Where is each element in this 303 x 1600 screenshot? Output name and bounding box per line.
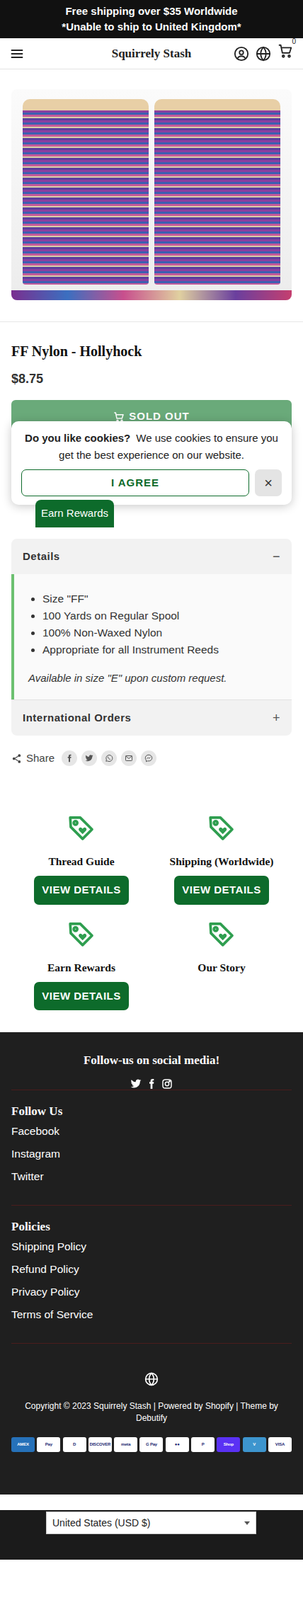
messenger-icon[interactable] bbox=[140, 750, 157, 766]
close-button[interactable]: × bbox=[254, 469, 282, 497]
facebook-icon[interactable] bbox=[61, 750, 78, 766]
detail-item: Size "FF" bbox=[42, 590, 281, 608]
product-price: $8.75 bbox=[11, 370, 292, 387]
globe-icon[interactable] bbox=[255, 46, 272, 62]
payment-badge: AMEX bbox=[11, 1437, 35, 1452]
product-title: FF Nylon - Hollyhock bbox=[11, 341, 292, 362]
feature-grid: Thread GuideVIEW DETAILSShipping (Worldw… bbox=[11, 813, 292, 1011]
detail-item: 100 Yards on Regular Spool bbox=[42, 607, 281, 625]
footer-menu: PoliciesShipping PolicyRefund PolicyPriv… bbox=[11, 1204, 292, 1343]
payment-badge: D bbox=[63, 1437, 87, 1452]
accordion-item: Details − Size "FF"100 Yards on Regular Sp… bbox=[11, 538, 292, 700]
share-label: Share bbox=[26, 750, 55, 767]
product-photo bbox=[11, 89, 292, 301]
thread-spool bbox=[154, 99, 281, 285]
twitter-icon[interactable] bbox=[130, 1078, 142, 1090]
detail-list: Size "FF"100 Yards on Regular Spool100% … bbox=[28, 590, 281, 659]
earn-rewards-tab[interactable]: Earn Rewards bbox=[35, 499, 114, 528]
cookie-message: Do you like cookies?We use cookies to en… bbox=[21, 429, 282, 464]
view-details-button[interactable]: VIEW DETAILS bbox=[33, 981, 129, 1011]
cookie-banner: Do you like cookies?We use cookies to en… bbox=[11, 421, 292, 505]
footer-link[interactable]: Refund Policy bbox=[11, 1258, 292, 1281]
payment-badge: V bbox=[242, 1437, 267, 1452]
payment-badge: DISCOVER bbox=[88, 1437, 112, 1452]
footer-link[interactable]: Privacy Policy bbox=[11, 1280, 292, 1304]
cookie-title: Do you like cookies? bbox=[24, 431, 131, 444]
payment-badge: ●● bbox=[165, 1437, 190, 1452]
detail-item: Appropriate for all Instrument Reeds bbox=[42, 641, 281, 659]
feature-title: Earn Rewards bbox=[47, 960, 116, 975]
whatsapp-icon[interactable] bbox=[101, 750, 117, 766]
accordion-header[interactable]: Details − bbox=[11, 538, 292, 575]
payment-icons: AMEXPayDDISCOVERmetaG Pay●●PShopVVISA bbox=[11, 1437, 292, 1452]
footer-heading: Policies bbox=[11, 1218, 292, 1236]
agree-button[interactable]: I AGREE bbox=[21, 469, 250, 497]
tag-icon bbox=[67, 919, 96, 948]
feature-title: Shipping (Worldwide) bbox=[169, 854, 274, 869]
detail-item: 100% Non-Waxed Nylon bbox=[42, 624, 281, 642]
payment-badge: meta bbox=[113, 1437, 138, 1452]
site-header: Squirrely Stash 0 bbox=[0, 38, 303, 70]
payment-badge: Pay bbox=[36, 1437, 61, 1452]
share-row: Share bbox=[11, 749, 292, 767]
account-icon[interactable] bbox=[233, 46, 250, 62]
announcement-text: Free shipping over $35 Worldwide bbox=[2, 3, 301, 20]
announcement-text: *Unable to ship to United Kingdom* bbox=[2, 19, 301, 35]
footer-menu: Follow UsFacebookInstagramTwitter bbox=[11, 1089, 292, 1205]
menu-icon[interactable] bbox=[9, 46, 25, 61]
site-logo[interactable]: Squirrely Stash bbox=[111, 44, 192, 64]
accordion-header[interactable]: International Orders + bbox=[11, 700, 292, 736]
payment-badge: Shop bbox=[216, 1437, 240, 1452]
facebook-icon[interactable] bbox=[145, 1078, 158, 1090]
footer-link[interactable]: Terms of Service bbox=[11, 1303, 292, 1326]
feature-card: Thread Guide VIEW DETAILS bbox=[11, 813, 152, 905]
twitter-icon[interactable] bbox=[81, 750, 97, 766]
instagram-icon[interactable] bbox=[161, 1078, 173, 1090]
footer-link[interactable]: Instagram bbox=[11, 1142, 292, 1166]
payment-badge: G Pay bbox=[139, 1437, 163, 1452]
currency-bar: United States (USD $) bbox=[0, 1510, 303, 1560]
social-title: Follow-us on social media! bbox=[11, 1052, 292, 1069]
footer-link[interactable]: Shipping Policy bbox=[11, 1235, 292, 1259]
feature-card: Our Story bbox=[151, 919, 292, 1011]
detail-note: Available in size "E" upon custom reques… bbox=[28, 669, 281, 687]
site-footer: Follow-us on social media! Follow UsFaceb… bbox=[0, 1032, 303, 1495]
caret-icon bbox=[244, 1521, 250, 1525]
thread-spool bbox=[22, 99, 149, 285]
announcement-bar: Free shipping over $35 Worldwide*Unable … bbox=[0, 0, 303, 39]
footer-link[interactable]: Twitter bbox=[11, 1165, 292, 1188]
feature-title: Thread Guide bbox=[48, 854, 114, 869]
currency-select[interactable]: United States (USD $) bbox=[46, 1511, 257, 1535]
email-icon[interactable] bbox=[121, 750, 137, 766]
tag-icon bbox=[207, 813, 236, 842]
feature-card: Shipping (Worldwide) VIEW DETAILS bbox=[151, 813, 292, 905]
product-accordion: Details − Size "FF"100 Yards on Regular Sp… bbox=[11, 538, 292, 736]
globe-icon[interactable] bbox=[144, 1371, 159, 1387]
accordion-title: Details bbox=[22, 548, 61, 565]
footer-heading: Follow Us bbox=[11, 1102, 292, 1120]
footer-link[interactable]: Facebook bbox=[11, 1119, 292, 1143]
accordion-title: International Orders bbox=[22, 710, 131, 727]
tag-icon bbox=[67, 813, 96, 842]
toggle-icon[interactable]: − bbox=[272, 547, 281, 567]
cart-icon[interactable] bbox=[277, 43, 294, 59]
view-details-button[interactable]: VIEW DETAILS bbox=[174, 875, 270, 905]
tag-icon bbox=[207, 919, 236, 948]
cart-button[interactable]: 0 bbox=[277, 43, 294, 64]
share-icon bbox=[11, 753, 22, 764]
accordion-body: Size "FF"100 Yards on Regular Spool100% … bbox=[11, 574, 292, 700]
payment-badge: P bbox=[191, 1437, 215, 1452]
currency-value: United States (USD $) bbox=[52, 1515, 151, 1531]
cart-count: 0 bbox=[291, 37, 296, 47]
view-details-button[interactable]: VIEW DETAILS bbox=[33, 875, 129, 905]
feature-title: Our Story bbox=[197, 960, 245, 975]
copyright: Copyright © 2023 Squirrely Stash | Power… bbox=[11, 1400, 292, 1425]
accordion-item: International Orders + bbox=[11, 699, 292, 736]
payment-badge: VISA bbox=[268, 1437, 292, 1452]
feature-card: Earn Rewards VIEW DETAILS bbox=[11, 919, 152, 1011]
toggle-icon[interactable]: + bbox=[272, 708, 281, 728]
social-icons bbox=[11, 1078, 292, 1090]
